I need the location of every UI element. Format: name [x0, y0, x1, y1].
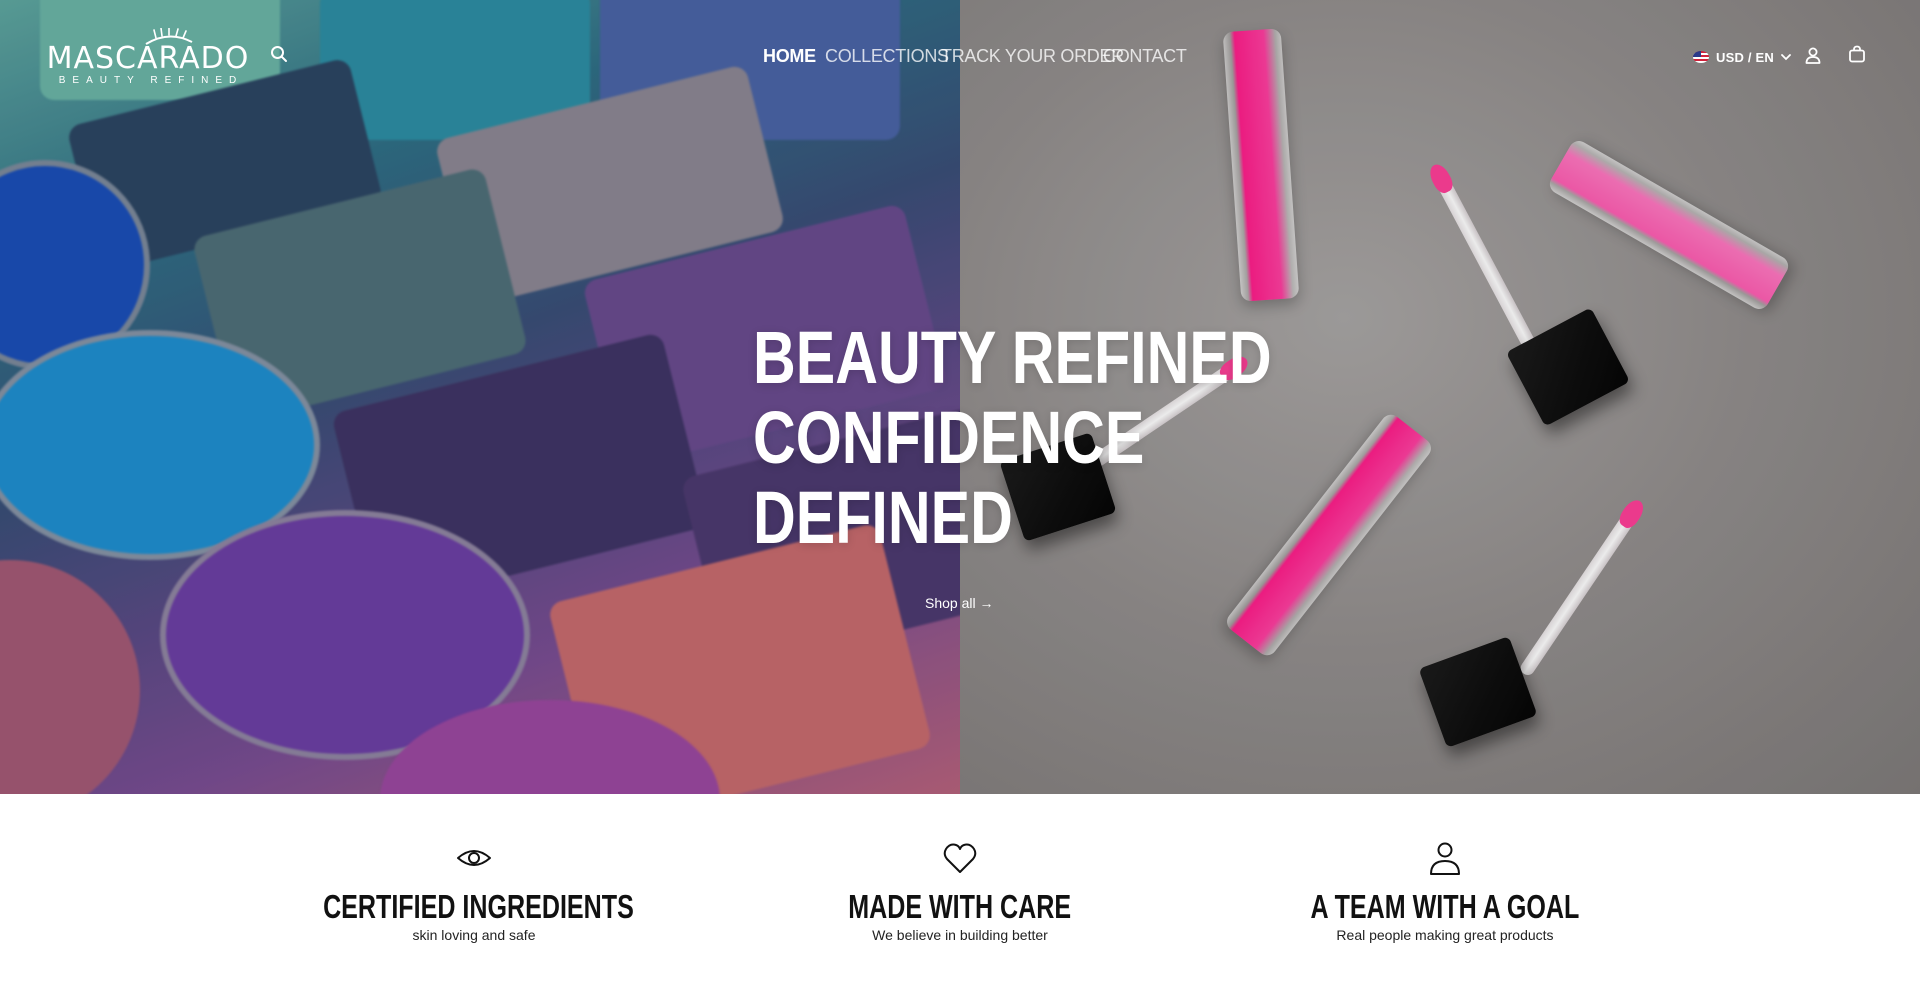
shop-all-link[interactable]: Shop all →: [925, 595, 993, 611]
feature-subtitle: Real people making great products: [1336, 927, 1554, 943]
brand-logo[interactable]: MASCARADO BEAUTY REFINED: [46, 28, 250, 86]
hero-banner: BEAUTY REFINED CONFIDENCE DEFINED Shop a…: [0, 0, 1920, 794]
hero-title-line: BEAUTY REFINED: [753, 316, 1272, 399]
search-button[interactable]: [270, 45, 290, 65]
main-nav: HOME COLLECTIONS TRACK YOUR ORDER CONTAC…: [763, 44, 1187, 68]
feature-subtitle: We believe in building better: [872, 927, 1048, 943]
nav-item-contact[interactable]: CONTACT: [1103, 46, 1187, 66]
account-button[interactable]: [1804, 46, 1824, 66]
logo-lashes-icon: [145, 28, 193, 45]
feature-title: CERTIFIED INGREDIENTS: [323, 888, 634, 925]
person-icon: [1430, 842, 1460, 875]
nav-item-track-your-order[interactable]: TRACK YOUR ORDER: [941, 46, 1124, 66]
account-icon: [1805, 47, 1821, 64]
hero-title-line: DEFINED: [753, 476, 1013, 559]
nav-item-collections[interactable]: COLLECTIONS: [825, 46, 949, 66]
hero-title-line: CONFIDENCE: [753, 396, 1145, 479]
nav-item-home[interactable]: HOME: [763, 46, 816, 66]
heart-icon: [943, 843, 977, 873]
feature-certified-ingredients: CERTIFIED INGREDIENTS skin loving and sa…: [274, 794, 674, 944]
feature-team-with-a-goal: A TEAM WITH A GOAL Real people making gr…: [1245, 794, 1645, 944]
cart-button[interactable]: [1848, 45, 1868, 65]
eye-icon: [457, 850, 491, 866]
search-icon: [271, 46, 287, 62]
hero-title: BEAUTY REFINED CONFIDENCE DEFINED: [753, 318, 1272, 558]
brand-name: MASCARADO: [46, 41, 250, 76]
locale-label: USD / EN: [1716, 49, 1774, 65]
flag-us-icon: [1693, 51, 1709, 63]
feature-title: A TEAM WITH A GOAL: [1310, 888, 1580, 925]
feature-subtitle: skin loving and safe: [412, 927, 536, 943]
chevron-down-icon: [1781, 53, 1791, 60]
site-header: MASCARADO BEAUTY REFINED HOME COLLECTION…: [0, 0, 1920, 114]
cart-icon: [1849, 45, 1865, 63]
brand-tagline: BEAUTY REFINED: [58, 75, 244, 86]
feature-made-with-care: MADE WITH CARE We believe in building be…: [760, 794, 1160, 944]
features-section: CERTIFIED INGREDIENTS skin loving and sa…: [0, 794, 1920, 993]
feature-title: MADE WITH CARE: [848, 888, 1072, 925]
currency-language-selector[interactable]: USD / EN: [1693, 47, 1791, 67]
